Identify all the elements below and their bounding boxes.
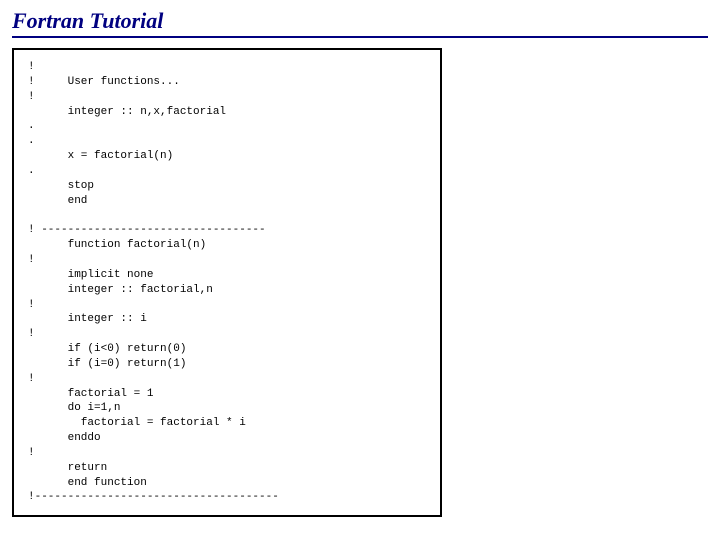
- page-title: Fortran Tutorial: [12, 8, 708, 38]
- code-box: ! ! User functions... ! integer :: n,x,f…: [12, 48, 442, 517]
- code-listing: ! ! User functions... ! integer :: n,x,f…: [28, 60, 426, 505]
